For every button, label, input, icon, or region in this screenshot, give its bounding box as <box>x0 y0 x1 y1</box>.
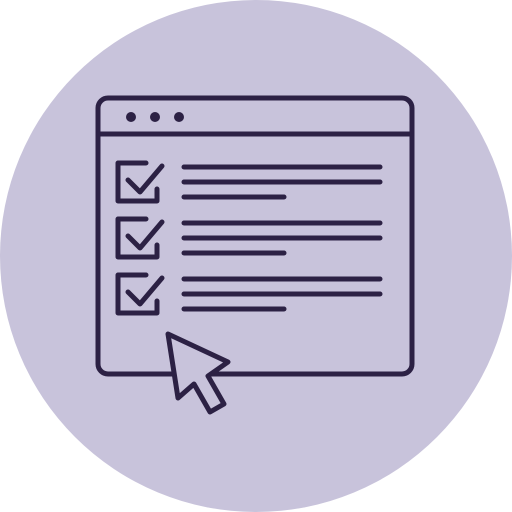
checklist-browser-cursor-icon <box>0 0 512 512</box>
window-dot <box>126 112 136 122</box>
window-dot <box>150 112 160 122</box>
background-circle <box>0 0 512 512</box>
icon-stage <box>0 0 512 512</box>
window-dot <box>174 112 184 122</box>
